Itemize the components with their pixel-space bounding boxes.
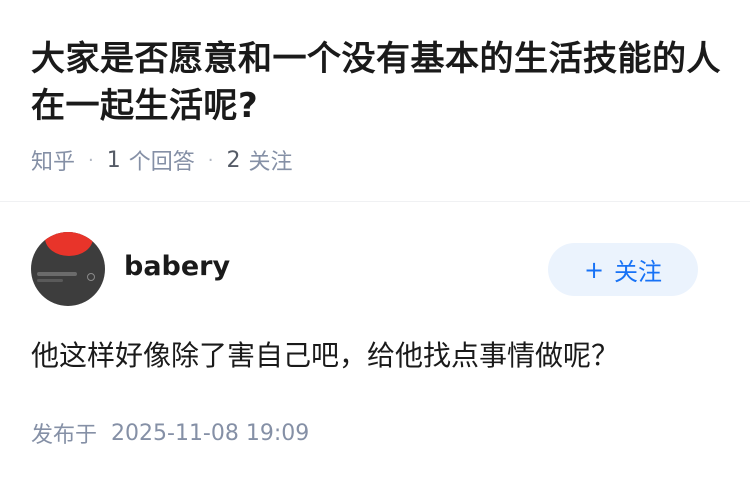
publish-timestamp: 2025-11-08 19:09 [111,420,310,446]
publish-time: 发布于 2025-11-08 19:09 [31,417,309,449]
avatar-detail [37,279,63,282]
question-title[interactable]: 大家是否愿意和一个没有基本的生活技能的人在一起生活呢? [31,36,731,130]
answer-count: 1 [106,147,121,173]
question-header: 大家是否愿意和一个没有基本的生活技能的人在一起生活呢? 知乎 · 1 个回答 ·… [0,0,750,200]
meta-separator: · [88,149,94,171]
avatar-detail [37,272,77,276]
follower-count-label: 关注 [248,150,293,175]
follower-count: 2 [226,147,241,173]
plus-icon: + [583,255,605,284]
follow-button-label: 关注 [614,258,663,286]
publish-label: 发布于 [31,423,98,448]
follow-button[interactable]: + 关注 [548,243,698,296]
author-name[interactable]: babery [124,250,230,284]
question-meta: 知乎 · 1 个回答 · 2 关注 [31,144,293,176]
avatar[interactable] [31,232,105,306]
avatar-lens-shape [45,232,93,256]
answer-content[interactable]: 他这样好像除了害自己吧，给他找点事情做呢？ [31,336,721,376]
source-label[interactable]: 知乎 [31,144,75,176]
answer-count-label[interactable]: 个回答 [129,144,195,176]
avatar-detail [87,273,95,281]
answer-card: babery + 关注 他这样好像除了害自己吧，给他找点事情做呢？ 发布于 20… [0,202,750,484]
meta-separator: · [207,149,214,171]
